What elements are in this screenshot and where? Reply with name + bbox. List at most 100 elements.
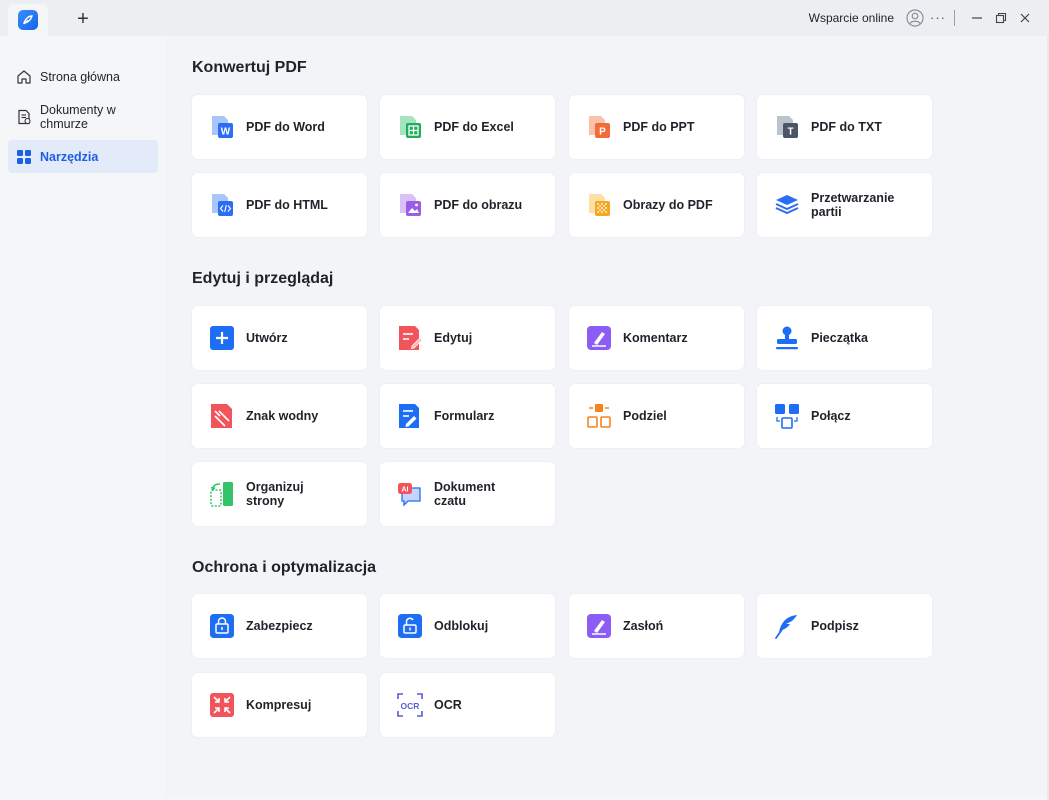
tool-card-pdf-to-image[interactable]: PDF do obrazu xyxy=(380,173,555,237)
tool-card-edit[interactable]: Edytuj xyxy=(380,306,555,370)
restore-icon xyxy=(995,12,1007,24)
comment-pen-icon xyxy=(587,326,611,350)
batch-layers-icon xyxy=(775,195,799,215)
tool-card-label: PDF do HTML xyxy=(246,198,328,212)
tool-card-label: Formularz xyxy=(434,409,495,423)
tool-card-pdf-to-word[interactable]: W PDF do Word xyxy=(192,95,367,159)
sidebar-item-tools[interactable]: Narzędzia xyxy=(8,140,158,173)
sidebar-item-cloud-documents[interactable]: Dokumenty w chmurze xyxy=(8,100,158,133)
cloud-document-icon xyxy=(18,109,31,124)
home-icon xyxy=(17,69,31,84)
tool-card-label: Organizuj strony xyxy=(246,480,304,508)
tool-card-ocr[interactable]: OCR OCR xyxy=(380,673,555,737)
pdf-to-html-icon xyxy=(212,194,233,216)
tool-card-redact[interactable]: Zasłoń xyxy=(569,594,744,658)
pdf-to-word-icon: W xyxy=(212,116,233,138)
tool-card-label: Połącz xyxy=(811,409,851,423)
tool-card-merge[interactable]: Połącz xyxy=(757,384,932,448)
tool-card-label: Podziel xyxy=(623,409,667,423)
tool-card-compress[interactable]: Kompresuj xyxy=(192,673,367,737)
tool-card-label: Pieczątka xyxy=(811,331,868,345)
redact-icon xyxy=(587,614,611,638)
tool-card-chat-document[interactable]: AI Dokument czatu xyxy=(380,462,555,526)
tool-card-label: Obrazy do PDF xyxy=(623,198,713,212)
tool-card-watermark[interactable]: Znak wodny xyxy=(192,384,367,448)
app-logo-icon xyxy=(18,10,38,30)
tool-card-label: PDF do PPT xyxy=(623,120,695,134)
edit-document-icon xyxy=(399,326,423,350)
more-options-icon[interactable]: ··· xyxy=(930,11,946,24)
tool-card-batch-processing[interactable]: Przetwarzanie partii xyxy=(757,173,932,237)
svg-text:AI: AI xyxy=(402,487,409,494)
tool-card-label: PDF do obrazu xyxy=(434,198,523,212)
tool-card-images-to-pdf[interactable]: Obrazy do PDF xyxy=(569,173,744,237)
tool-card-pdf-to-excel[interactable]: PDF do Excel xyxy=(380,95,555,159)
new-tab-button[interactable]: + xyxy=(72,8,94,30)
tool-card-label: Komentarz xyxy=(623,331,688,345)
tool-card-protect[interactable]: Zabezpiecz xyxy=(192,594,367,658)
tool-card-label: Utwórz xyxy=(246,331,288,345)
tool-card-label: Przetwarzanie partii xyxy=(811,191,895,219)
tool-card-pdf-to-ppt[interactable]: P PDF do PPT xyxy=(569,95,744,159)
sidebar-item-home[interactable]: Strona główna xyxy=(8,60,158,93)
organize-pages-icon xyxy=(210,482,233,507)
title-bar: + Wsparcie online ··· xyxy=(0,0,1049,36)
user-account-icon[interactable] xyxy=(906,9,924,27)
minimize-button[interactable] xyxy=(965,6,989,30)
tool-card-sign[interactable]: Podpisz xyxy=(757,594,932,658)
tool-card-label: Edytuj xyxy=(434,331,473,345)
tool-card-organize-pages[interactable]: Organizuj strony xyxy=(192,462,367,526)
tool-card-comment[interactable]: Komentarz xyxy=(569,306,744,370)
tool-card-label: Odblokuj xyxy=(434,619,489,633)
minimize-icon xyxy=(972,17,982,19)
close-button[interactable] xyxy=(1013,6,1037,30)
pdf-to-txt-icon: T xyxy=(777,116,798,138)
tool-card-label: Dokument czatu xyxy=(434,480,496,508)
tool-card-unlock[interactable]: Odblokuj xyxy=(380,594,555,658)
svg-text:W: W xyxy=(221,127,231,138)
titlebar-divider xyxy=(954,10,955,26)
svg-text:OCR: OCR xyxy=(401,701,420,711)
pdf-to-excel-icon xyxy=(400,116,421,138)
online-support-link[interactable]: Wsparcie online xyxy=(809,11,894,25)
app-home-tab[interactable] xyxy=(8,4,48,36)
tool-card-label: Podpisz xyxy=(811,619,859,633)
sidebar-item-label: Strona główna xyxy=(40,69,120,84)
sidebar: Strona główna Dokumenty w chmurze Narzęd… xyxy=(0,36,166,800)
create-plus-icon xyxy=(210,326,234,350)
section-title-protect: Ochrona i optymalizacja xyxy=(192,559,377,576)
tool-card-label: Zasłoń xyxy=(623,619,664,633)
tool-card-label: Znak wodny xyxy=(246,409,319,423)
section-title-convert: Konwertuj PDF xyxy=(192,59,307,76)
tool-card-pdf-to-txt[interactable]: T PDF do TXT xyxy=(757,95,932,159)
tools-grid-icon xyxy=(17,149,31,164)
watermark-icon xyxy=(211,404,232,428)
section-title-edit: Edytuj i przeglądaj xyxy=(192,270,334,287)
tool-card-label: PDF do TXT xyxy=(811,120,882,134)
close-icon xyxy=(1020,13,1030,23)
tool-card-label: OCR xyxy=(434,698,462,712)
tool-card-form[interactable]: Formularz xyxy=(380,384,555,448)
sidebar-item-label: Dokumenty w chmurze xyxy=(40,102,116,131)
svg-text:P: P xyxy=(599,127,606,138)
sign-feather-icon xyxy=(775,615,797,639)
tool-card-split[interactable]: Podziel xyxy=(569,384,744,448)
restore-button[interactable] xyxy=(989,6,1013,30)
compress-icon xyxy=(210,693,234,717)
unlock-icon xyxy=(398,614,422,638)
tool-card-label: PDF do Word xyxy=(246,120,325,134)
images-to-pdf-icon xyxy=(589,194,610,216)
split-icon xyxy=(587,404,611,428)
svg-text:T: T xyxy=(787,127,793,138)
tool-card-create[interactable]: Utwórz xyxy=(192,306,367,370)
tool-card-label: Zabezpiecz xyxy=(246,619,313,633)
sidebar-item-label: Narzędzia xyxy=(40,149,99,164)
tool-card-stamp[interactable]: Pieczątka xyxy=(757,306,932,370)
form-icon xyxy=(399,404,419,428)
lock-icon xyxy=(210,614,234,638)
tools-panel: Konwertuj PDF W PDF do Word PDF do Excel… xyxy=(166,36,1047,798)
pdf-to-image-icon xyxy=(400,194,421,216)
ai-chat-icon: AI xyxy=(398,483,421,507)
tool-card-label: Kompresuj xyxy=(246,698,312,712)
tool-card-pdf-to-html[interactable]: PDF do HTML xyxy=(192,173,367,237)
